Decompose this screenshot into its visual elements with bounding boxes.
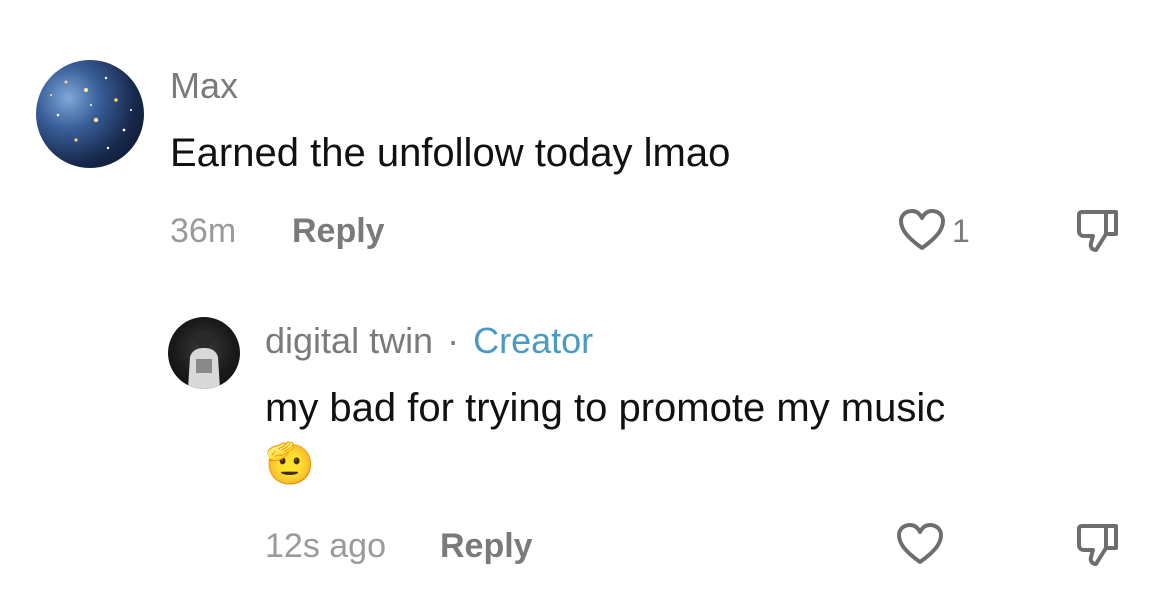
thumbs-down-icon xyxy=(1077,210,1118,252)
username-text[interactable]: digital twin xyxy=(265,320,433,361)
heart-icon xyxy=(899,209,945,250)
comment-username[interactable]: Max xyxy=(170,66,238,106)
reply-button[interactable]: Reply xyxy=(292,211,385,251)
creator-badge: Creator xyxy=(473,320,594,361)
comment-timestamp: 12s ago xyxy=(265,527,386,565)
avatar-image xyxy=(50,76,132,150)
saluting-face-emoji: 🫡 xyxy=(265,442,315,486)
dislike-button[interactable] xyxy=(1076,208,1120,259)
comment-text: my bad for trying to promote my music 🫡 xyxy=(265,380,1125,492)
dislike-button[interactable] xyxy=(1076,522,1120,573)
comment-text-body: my bad for trying to promote my music xyxy=(265,386,946,430)
reply-button[interactable]: Reply xyxy=(440,526,533,566)
like-button[interactable] xyxy=(898,208,946,257)
heart-icon xyxy=(897,523,943,564)
comment-username: digital twin · Creator xyxy=(265,321,593,361)
avatar[interactable] xyxy=(36,60,144,168)
separator-dot: · xyxy=(447,320,460,361)
like-button[interactable] xyxy=(896,522,944,571)
avatar[interactable] xyxy=(168,317,240,389)
like-count: 1 xyxy=(952,213,970,249)
avatar-image xyxy=(188,330,220,389)
comment-timestamp: 36m xyxy=(170,212,237,250)
thumbs-down-icon xyxy=(1077,524,1118,566)
comment-text: Earned the unfollow today lmao xyxy=(170,131,731,175)
